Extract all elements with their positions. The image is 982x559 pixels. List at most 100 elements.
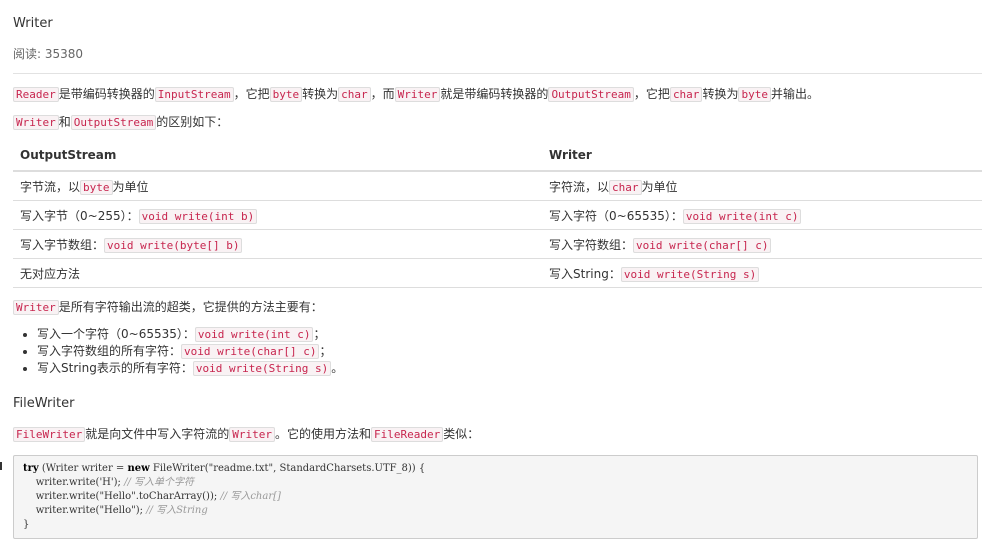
code-method: void write(byte[] b) xyxy=(104,237,243,253)
text: 。它的使用方法和 xyxy=(275,427,372,441)
code-method: void write(String s) xyxy=(620,266,760,282)
table-row: 无对应方法 写入String： void write(String s) xyxy=(13,258,982,288)
table-cell: 字符流，以 char 为单位 xyxy=(542,171,982,201)
code-method: void write(char[] c) xyxy=(633,237,772,253)
text: 是带编码转换器的 xyxy=(58,87,155,101)
header-outputstream: OutputStream xyxy=(13,140,542,172)
code-comment: // 写入String xyxy=(146,505,208,516)
text: 写入String： xyxy=(549,266,621,281)
code-block[interactable]: try (Writer writer = new FileWriter("rea… xyxy=(13,455,978,539)
code-inputstream: InputStream xyxy=(154,87,234,102)
code-writer: Writer xyxy=(394,87,441,102)
comparison-table: OutputStream Writer 字节流，以 byte 为单位 字符流，以 ch… xyxy=(13,140,982,288)
text: 为单位 xyxy=(112,179,149,194)
string-literal: "readme.txt" xyxy=(208,463,274,474)
text: 转换为 xyxy=(302,87,339,101)
keyword: new xyxy=(127,463,150,474)
code-char: char xyxy=(338,87,371,102)
filewriter-paragraph: FileWriter 就是向文件中写入字符流的 Writer 。它的使用方法和 File… xyxy=(13,425,479,444)
table-header-row: OutputStream Writer xyxy=(13,140,982,172)
code-byte: byte xyxy=(80,179,113,195)
code-text: writer.write( xyxy=(23,491,100,502)
text: 和 xyxy=(58,115,71,129)
keyword: try xyxy=(23,463,39,474)
text: 。 xyxy=(331,361,344,375)
article-title: Writer xyxy=(13,16,53,31)
text: 就是带编码转换器的 xyxy=(440,87,549,101)
text: 写入字符数组的所有字符： xyxy=(37,344,182,358)
string-literal: "Hello" xyxy=(99,491,136,502)
table-cell: 写入字符（0~65535）： void write(int c) xyxy=(542,200,982,230)
table-cell: 字节流，以 byte 为单位 xyxy=(13,171,542,201)
text: 写入一个字符（0~65535）： xyxy=(37,327,195,341)
table-cell: 写入字符数组： void write(char[] c) xyxy=(542,229,982,259)
code-text: .toCharArray()); xyxy=(135,491,221,502)
text: 写入字节（0~255）： xyxy=(20,208,139,223)
header-writer: Writer xyxy=(542,140,982,172)
table-cell: 无对应方法 xyxy=(13,258,542,288)
text: ，它把 xyxy=(633,87,670,101)
code-byte: byte xyxy=(269,87,303,102)
text: 字符流，以 xyxy=(549,179,610,194)
text: 是所有字符输出流的超类，它提供的方法主要有： xyxy=(58,300,323,314)
table-cell: 写入字节数组： void write(byte[] b) xyxy=(13,229,542,259)
code-text: } xyxy=(23,519,30,530)
code-reader: Reader xyxy=(13,87,59,102)
text: ； xyxy=(313,327,326,341)
code-filereader: FileReader xyxy=(371,427,444,442)
text: 写入字节数组： xyxy=(20,237,105,252)
text: ； xyxy=(319,344,332,358)
code-text: ); xyxy=(135,505,147,516)
code-outputstream: OutputStream xyxy=(548,87,634,102)
list-item: 写入String表示的所有字符：void write(String s)。 xyxy=(37,360,343,377)
code-writer: Writer xyxy=(229,427,275,442)
table-cell: 写入String： void write(String s) xyxy=(542,258,982,288)
view-count: 阅读: 35380 xyxy=(13,45,83,62)
text: 类似： xyxy=(443,427,480,441)
text: 就是向文件中写入字符流的 xyxy=(85,427,230,441)
code-text: , StandardCharsets.UTF_8)) { xyxy=(273,463,426,474)
code-comment: // 写入单个字符 xyxy=(124,477,195,488)
method-list: 写入一个字符（0~65535）：void write(int c)； 写入字符数… xyxy=(13,326,343,377)
code-comment: // 写入char[] xyxy=(220,491,281,502)
list-item: 写入一个字符（0~65535）：void write(int c)； xyxy=(37,326,343,343)
code-text: writer.write( xyxy=(23,505,100,516)
code-writer: Writer xyxy=(13,300,59,315)
code-method: void write(char[] c) xyxy=(181,344,320,359)
code-text: writer.write( xyxy=(23,477,100,488)
code-text: FileWriter( xyxy=(149,463,209,474)
code-text: (Writer writer = xyxy=(38,463,128,474)
code-method: void write(int b) xyxy=(138,208,258,224)
table-cell: 写入字节（0~255）： void write(int b) xyxy=(13,200,542,230)
code-method: void write(int c) xyxy=(194,327,314,342)
list-item: 写入字符数组的所有字符：void write(char[] c)； xyxy=(37,343,343,360)
code-char: char xyxy=(609,179,642,195)
code-byte: byte xyxy=(738,87,771,102)
string-literal: 'H' xyxy=(99,477,114,488)
text: 并输出。 xyxy=(770,87,819,101)
superclass-paragraph: Writer 是所有字符输出流的超类，它提供的方法主要有： xyxy=(13,298,323,317)
divider xyxy=(13,73,982,74)
code-outputstream: OutputStream xyxy=(70,115,157,130)
string-literal: "Hello" xyxy=(99,505,136,516)
text: 写入字符（0~65535）： xyxy=(549,208,683,223)
code-writer: Writer xyxy=(13,115,59,130)
text: 的区别如下： xyxy=(156,115,229,129)
text: 转换为 xyxy=(702,87,739,101)
text: ，它把 xyxy=(233,87,270,101)
text: 为单位 xyxy=(641,179,678,194)
table-row: 写入字节（0~255）： void write(int b) 写入字符（0~655… xyxy=(13,200,982,230)
left-marker xyxy=(0,462,2,470)
text: 写入String表示的所有字符： xyxy=(37,361,193,375)
code-method: void write(int c) xyxy=(682,208,802,224)
text: 写入字符数组： xyxy=(549,237,634,252)
text: ，而 xyxy=(370,87,395,101)
views-label: 阅读: xyxy=(13,47,42,61)
text: 字节流，以 xyxy=(20,179,81,194)
code-text: ); xyxy=(113,477,125,488)
diff-paragraph: Writer 和 OutputStream 的区别如下： xyxy=(13,113,228,132)
table-row: 写入字节数组： void write(byte[] b) 写入字符数组： void … xyxy=(13,229,982,259)
intro-paragraph: Reader 是带编码转换器的 InputStream ，它把 byte 转换为 char，… xyxy=(13,85,819,104)
table-row: 字节流，以 byte 为单位 字符流，以 char 为单位 xyxy=(13,171,982,201)
section-heading-filewriter: FileWriter xyxy=(13,396,75,411)
